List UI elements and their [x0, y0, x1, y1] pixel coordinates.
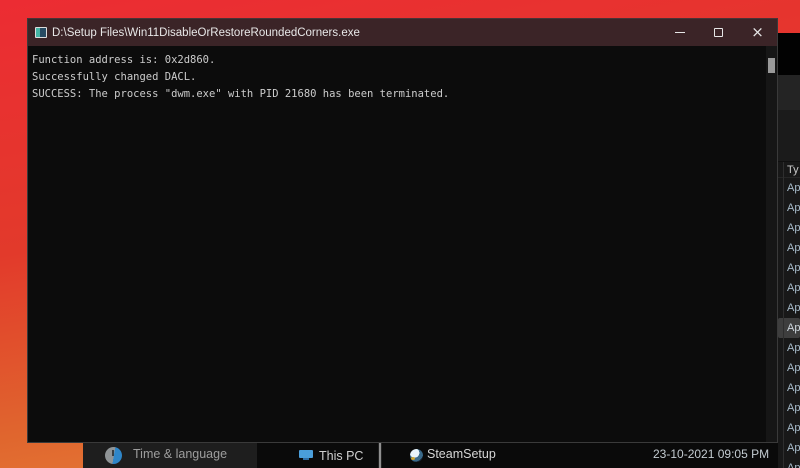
console-body: Function address is: 0x2d860.Successfull…	[28, 46, 777, 442]
file-row[interactable]: Ap	[778, 218, 800, 238]
nav-item-this-pc[interactable]: This PC	[299, 443, 363, 468]
close-icon: ×	[751, 25, 764, 40]
file-row[interactable]: Ap	[778, 418, 800, 438]
console-line: SUCCESS: The process "dwm.exe" with PID …	[32, 86, 763, 103]
explorer-bottom-fragment: This PC SteamSetup 23-10-2021 09:05 PM	[257, 443, 778, 468]
console-output: Function address is: 0x2d860.Successfull…	[28, 46, 777, 103]
explorer-panel-fragment	[778, 110, 800, 162]
file-row[interactable]: Ap	[778, 378, 800, 398]
console-line: Function address is: 0x2d860.	[32, 52, 763, 69]
desktop-wallpaper: { "wallpaper": { "top_color": "#ec2c33",…	[0, 0, 800, 468]
file-row[interactable]: Ap	[778, 238, 800, 258]
file-row[interactable]: Ap	[778, 398, 800, 418]
file-row[interactable]: Ap	[778, 198, 800, 218]
file-name: SteamSetup	[427, 443, 496, 468]
settings-window-fragment: Time & language	[83, 443, 257, 468]
window-controls: ×	[660, 19, 777, 46]
maximize-button[interactable]	[699, 19, 738, 46]
file-row[interactable]: Ap	[778, 298, 800, 318]
time-language-icon	[105, 447, 122, 464]
minimize-icon	[675, 32, 685, 33]
console-window[interactable]: D:\Setup Files\Win11DisableOrRestoreRoun…	[27, 18, 778, 443]
close-button[interactable]: ×	[738, 19, 777, 46]
file-row[interactable]: Ap	[778, 338, 800, 358]
file-row[interactable]: Ap	[778, 258, 800, 278]
explorer-type-column: Ty ApApApApApApApApApApApApApApAp	[778, 162, 800, 468]
explorer-toolbar-fragment	[778, 75, 800, 110]
window-edge-divider	[378, 443, 382, 468]
explorer-file-list: ApApApApApApApApApApApApApApAp	[778, 178, 800, 468]
steam-icon	[410, 449, 423, 462]
settings-item-time-language[interactable]: Time & language	[133, 443, 227, 468]
this-pc-label: This PC	[319, 449, 363, 463]
file-row[interactable]: Ap	[778, 178, 800, 198]
file-row-selected[interactable]: Ap	[778, 318, 800, 338]
file-row-steamsetup[interactable]: SteamSetup 23-10-2021 09:05 PM	[407, 443, 778, 468]
explorer-dark-panel	[778, 33, 800, 75]
explorer-window-fragment: Ty ApApApApApApApApApApApApApApAp	[778, 33, 800, 468]
maximize-icon	[714, 28, 723, 37]
console-app-icon	[35, 27, 47, 38]
file-row[interactable]: Ap	[778, 438, 800, 458]
console-line: Successfully changed DACL.	[32, 69, 763, 86]
file-date-modified: 23-10-2021 09:05 PM	[653, 443, 769, 468]
type-column-header[interactable]: Ty	[778, 162, 800, 178]
scrollbar-thumb[interactable]	[768, 58, 775, 73]
file-row[interactable]: Ap	[778, 458, 800, 468]
file-row[interactable]: Ap	[778, 358, 800, 378]
this-pc-icon	[299, 450, 313, 461]
console-title: D:\Setup Files\Win11DisableOrRestoreRoun…	[52, 27, 360, 39]
console-titlebar[interactable]: D:\Setup Files\Win11DisableOrRestoreRoun…	[28, 19, 777, 46]
file-row[interactable]: Ap	[778, 278, 800, 298]
minimize-button[interactable]	[660, 19, 699, 46]
console-scrollbar[interactable]	[766, 46, 777, 442]
